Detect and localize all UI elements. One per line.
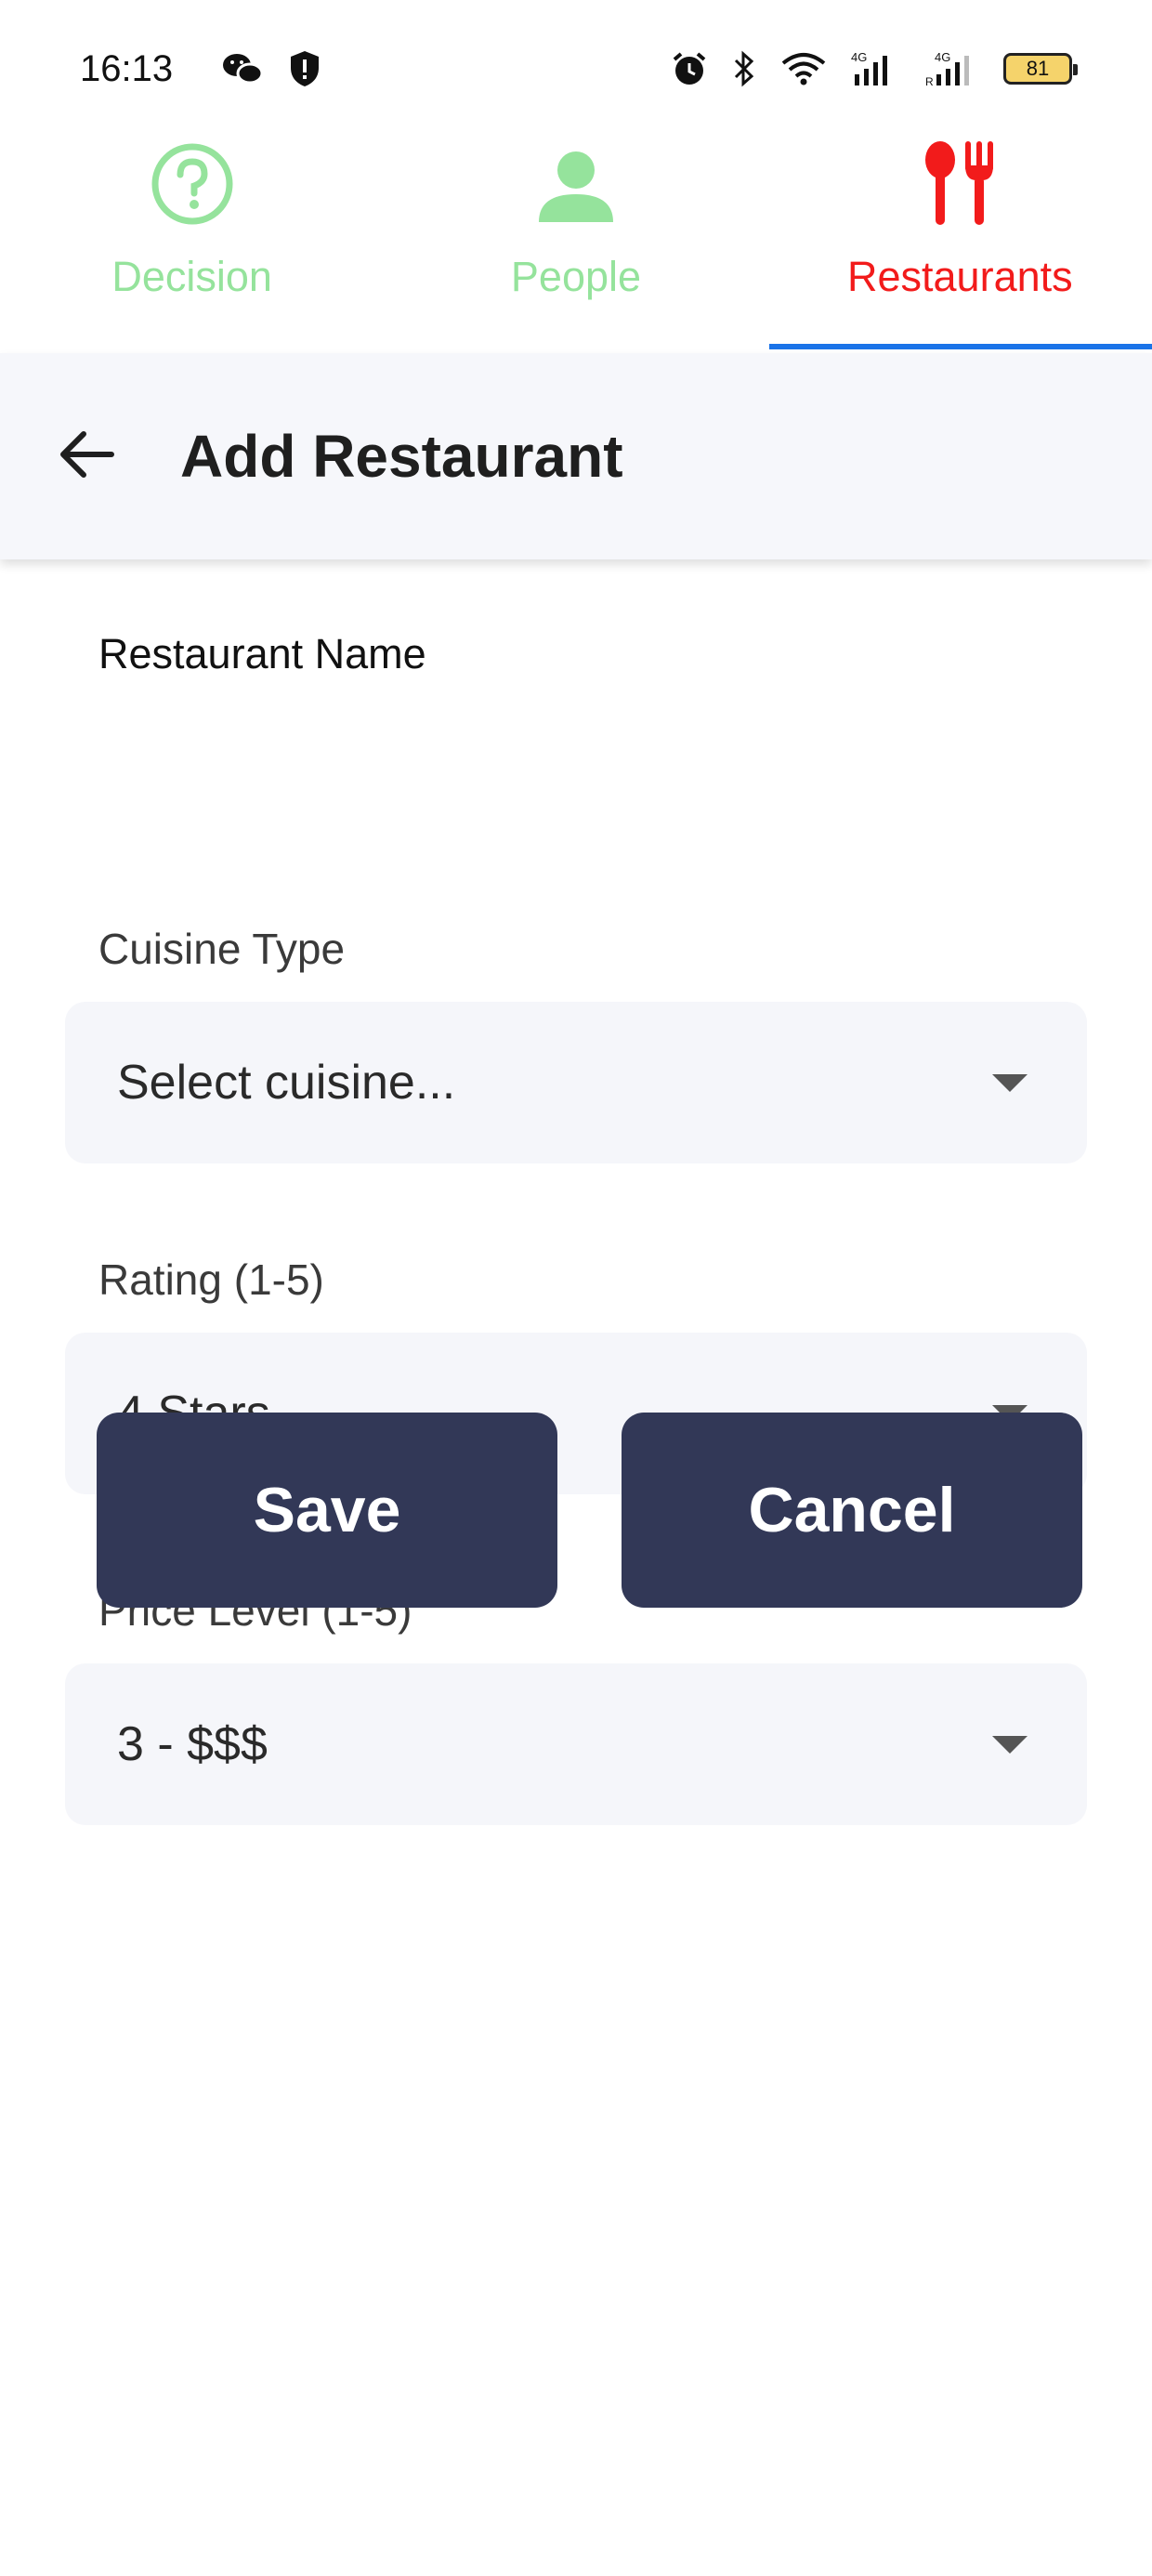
- page-title: Add Restaurant: [180, 423, 623, 490]
- person-icon: [531, 139, 621, 229]
- tab-people[interactable]: People: [384, 138, 767, 351]
- tab-people-label: People: [510, 253, 642, 300]
- status-left: 16:13: [80, 48, 321, 90]
- shield-icon: [288, 49, 321, 88]
- battery-icon: 81: [1003, 53, 1078, 85]
- restaurant-name-label: Restaurant Name: [98, 630, 426, 677]
- restaurant-name-input[interactable]: [65, 699, 1087, 820]
- svg-text:4G: 4G: [851, 50, 867, 64]
- back-button[interactable]: [39, 410, 132, 503]
- wechat-icon: [221, 50, 264, 87]
- svg-text:R: R: [925, 75, 934, 87]
- wifi-icon: [780, 50, 827, 87]
- app-header: Add Restaurant: [0, 353, 1152, 559]
- price-level-value: 3 - $$$: [117, 1717, 268, 1771]
- status-time: 16:13: [80, 47, 174, 89]
- cuisine-type-select[interactable]: Select cuisine...: [65, 1002, 1087, 1163]
- rating-label: Rating (1-5): [98, 1255, 324, 1304]
- tab-decision[interactable]: Decision: [0, 138, 384, 351]
- cuisine-type-value: Select cuisine...: [117, 1056, 456, 1110]
- save-button[interactable]: Save: [97, 1413, 557, 1608]
- question-circle-icon: [148, 139, 237, 229]
- svg-text:4G: 4G: [935, 50, 950, 64]
- chevron-down-icon: [992, 1073, 1028, 1092]
- status-bar: 16:13 4G 4G R 81: [0, 0, 1152, 138]
- chevron-down-icon: [992, 1735, 1028, 1754]
- tab-decision-label: Decision: [111, 253, 272, 300]
- price-level-select[interactable]: 3 - $$$: [65, 1663, 1087, 1825]
- signal-4g-icon: 4G: [851, 50, 901, 87]
- top-tab-bar: Decision People Restaurants: [0, 138, 1152, 351]
- tab-restaurants-label: Restaurants: [847, 253, 1073, 300]
- cancel-button[interactable]: Cancel: [622, 1413, 1082, 1608]
- status-right: 4G 4G R 81: [671, 50, 1078, 87]
- tab-restaurants[interactable]: Restaurants: [768, 138, 1152, 351]
- utensils-icon: [915, 139, 1004, 229]
- active-tab-indicator: [769, 344, 1152, 349]
- battery-level: 81: [1026, 57, 1050, 80]
- alarm-icon: [671, 50, 708, 87]
- cuisine-type-label: Cuisine Type: [98, 925, 346, 973]
- bluetooth-icon: [732, 50, 756, 87]
- signal-4g-roaming-icon: 4G R: [925, 50, 979, 87]
- arrow-left-icon: [56, 428, 115, 485]
